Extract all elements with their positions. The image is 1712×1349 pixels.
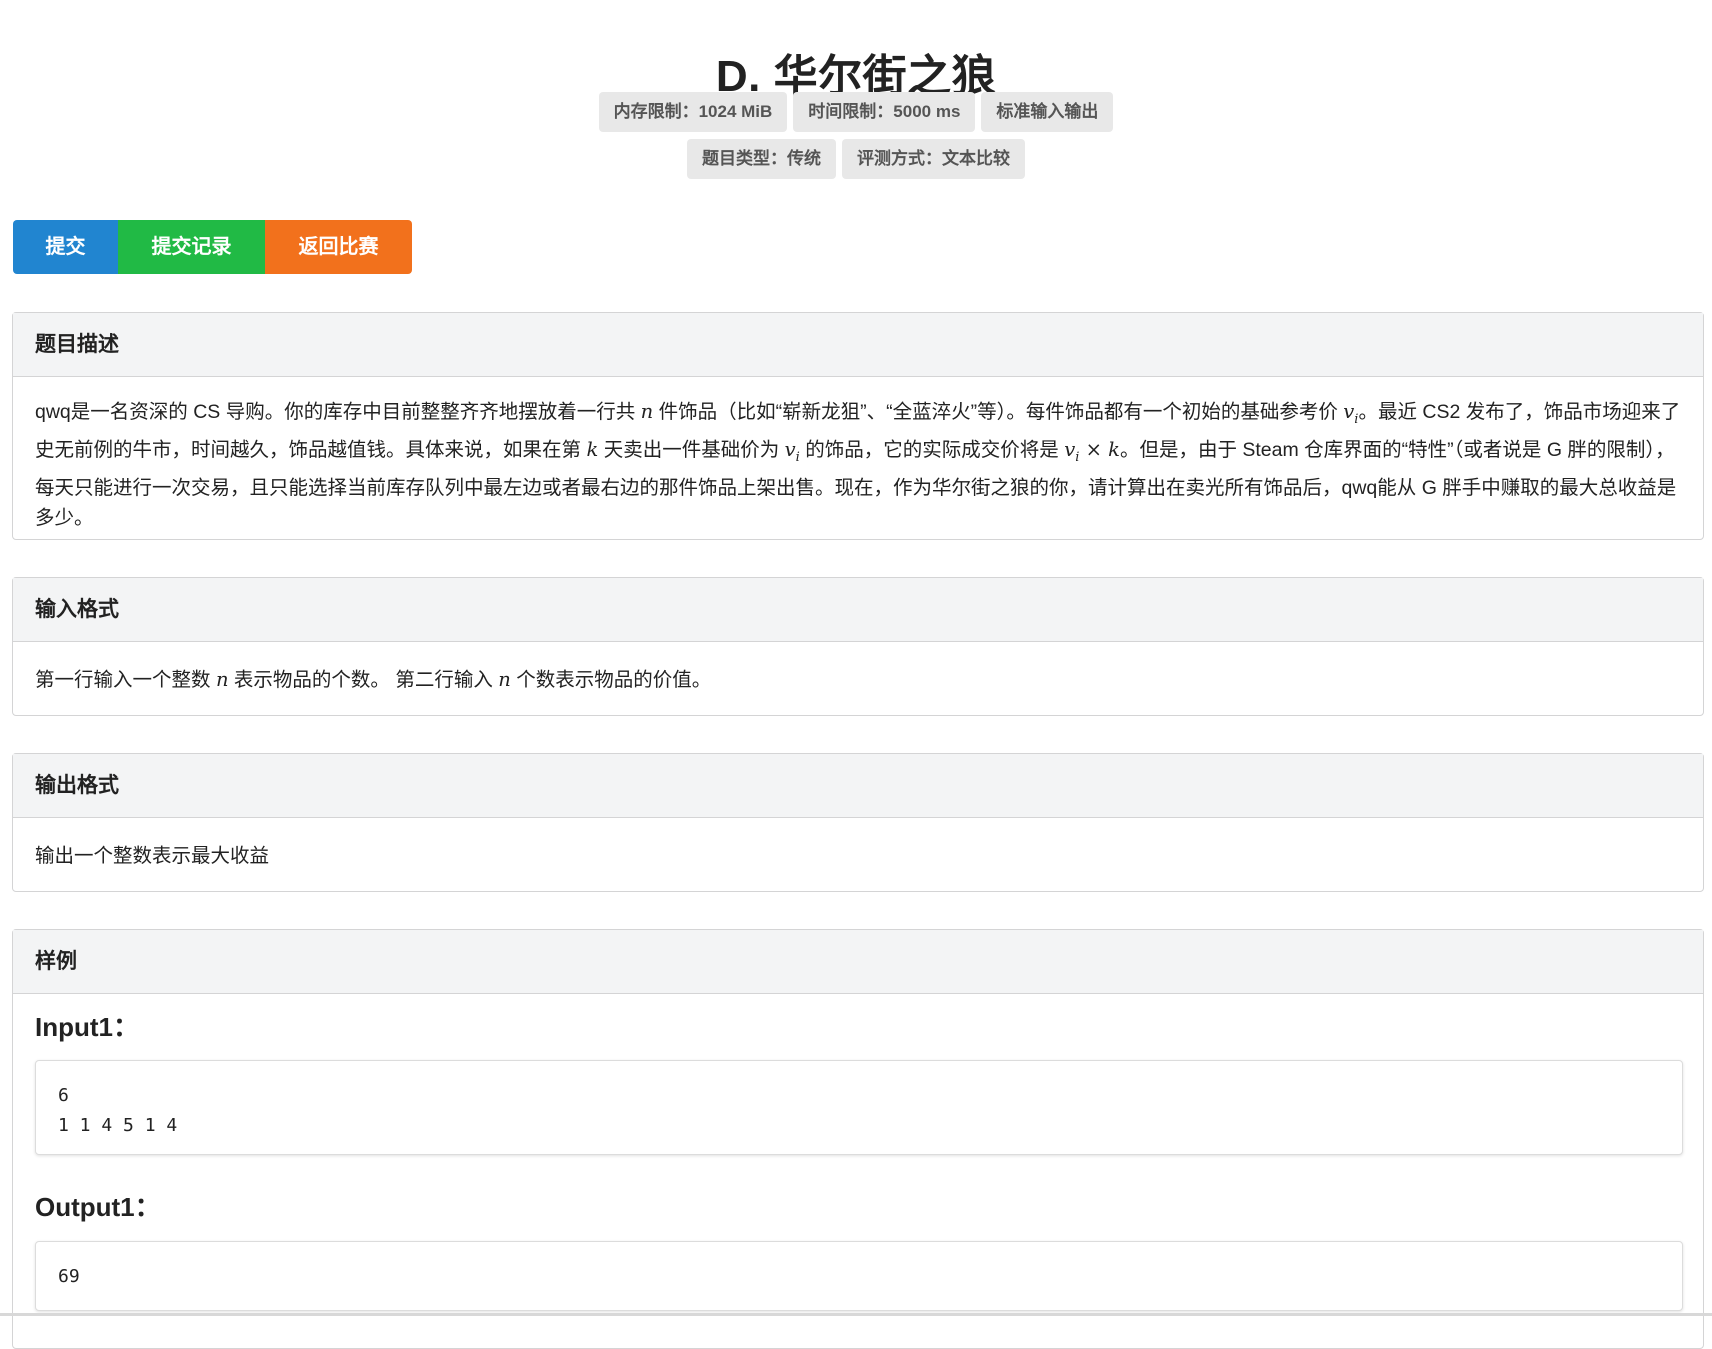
description-text: qwq是一名资深的 CS 导购。你的库存中目前整整齐齐地摆放着一行共 — [35, 401, 636, 423]
meta-row-type: 题目类型：传统 评测方式：文本比较 — [0, 139, 1712, 179]
description-text: 的饰品，它的实际成交价将是 — [805, 438, 1059, 461]
input-format-text: 个数表示物品的价值。 — [516, 669, 712, 691]
description-body: qwq是一名资深的 CS 导购。你的库存中目前整整齐齐地摆放着一行共 n 件饰品… — [13, 377, 1703, 533]
output-format-header: 输出格式 — [13, 754, 1703, 818]
math-n: n — [498, 668, 511, 691]
sample-output-label: Output1： — [35, 1192, 161, 1222]
description-panel: 题目描述 qwq是一名资深的 CS 导购。你的库存中目前整整齐齐地摆放着一行共 … — [12, 312, 1704, 540]
input-format-panel: 输入格式 第一行输入一个整数 n 表示物品的个数。 第二行输入 n 个数表示物品… — [12, 577, 1704, 716]
input-format-text: 第一行输入一个整数 — [35, 669, 211, 691]
math-v-i: vi — [1343, 400, 1359, 427]
judge-method-tag: 评测方式：文本比较 — [842, 139, 1025, 179]
problem-type-tag: 题目类型：传统 — [687, 139, 836, 179]
input-format-body: 第一行输入一个整数 n 表示物品的个数。 第二行输入 n 个数表示物品的价值。 — [13, 642, 1703, 695]
sample-input-box[interactable]: 6 1 1 4 5 1 4 — [35, 1060, 1683, 1155]
sample-header: 样例 — [13, 930, 1703, 994]
math-n: n — [215, 668, 229, 691]
description-text: 天卖出一件基础价为 — [603, 438, 780, 461]
math-n: n — [640, 400, 654, 423]
problem-page: D. 华尔街之狼 内存限制：1024 MiB 时间限制：5000 ms 标准输入… — [0, 0, 1712, 1349]
time-limit-tag: 时间限制：5000 ms — [793, 92, 976, 132]
submit-button[interactable]: 提交 — [13, 220, 118, 274]
math-v-i: vi — [784, 437, 800, 465]
meta-row-limits: 内存限制：1024 MiB 时间限制：5000 ms 标准输入输出 — [0, 92, 1712, 132]
sample-input-label: Input1： — [35, 1012, 139, 1042]
submission-records-button[interactable]: 提交记录 — [118, 220, 265, 274]
memory-limit-tag: 内存限制：1024 MiB — [598, 92, 788, 132]
input-format-text: 表示物品的个数。 第二行输入 — [233, 669, 493, 691]
input-format-header: 输入格式 — [13, 578, 1703, 642]
description-header: 题目描述 — [13, 313, 1703, 377]
sample-panel: 样例 Input1： 6 1 1 4 5 1 4 Output1： 69 — [12, 929, 1704, 1349]
output-format-panel: 输出格式 输出一个整数表示最大收益 — [12, 753, 1704, 892]
action-button-group: 提交 提交记录 返回比赛 — [13, 220, 412, 274]
output-format-body: 输出一个整数表示最大收益 — [35, 845, 270, 867]
math-k: k — [586, 437, 599, 461]
sample-output-box[interactable]: 69 — [35, 1241, 1683, 1311]
math-v-i-times-k: vi × k — [1064, 437, 1120, 465]
back-to-contest-button[interactable]: 返回比赛 — [265, 220, 412, 274]
io-type-tag: 标准输入输出 — [981, 92, 1114, 132]
description-text: 件饰品（比如“崭新龙狙”、“全蓝淬火”等）。每件饰品都有一个初始的基础参考价 — [658, 401, 1338, 423]
